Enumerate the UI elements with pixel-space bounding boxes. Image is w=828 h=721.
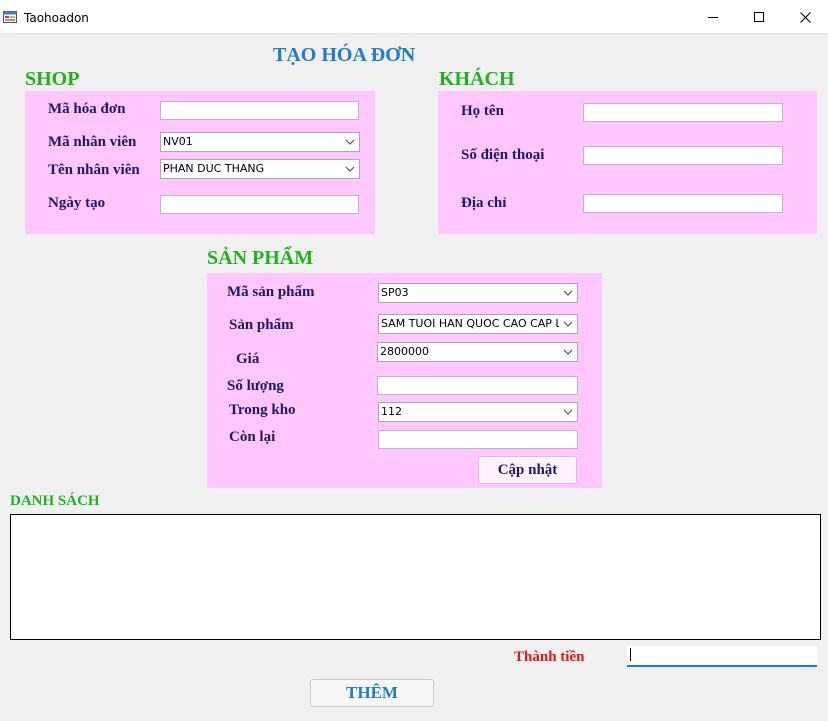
product-code-label: Mã sản phẩm <box>227 284 315 300</box>
add-button[interactable]: THÊM <box>310 679 434 707</box>
product-heading: SẢN PHẨM <box>207 247 314 269</box>
customer-heading: KHÁCH <box>439 68 515 90</box>
minimize-button[interactable] <box>690 0 736 34</box>
date-label: Ngày tạo <box>48 195 106 211</box>
update-button[interactable]: Cập nhật <box>478 456 577 484</box>
maximize-icon <box>754 12 764 22</box>
quantity-field[interactable] <box>377 376 578 395</box>
stock-label: Trong kho <box>229 402 296 418</box>
window-title: Taohoadon <box>24 11 89 25</box>
product-code-value: SP03 <box>381 286 409 299</box>
customer-name-field[interactable] <box>583 103 783 122</box>
chevron-down-icon <box>341 160 359 178</box>
close-icon <box>799 11 811 23</box>
page-title: TẠO HÓA ĐƠN <box>273 44 416 66</box>
price-combo[interactable]: 2800000 <box>377 342 578 362</box>
list-heading: DANH SÁCH <box>10 493 100 509</box>
total-field[interactable] <box>627 646 817 667</box>
invoice-id-field[interactable] <box>160 101 359 120</box>
customer-name-label: Họ tên <box>461 103 504 119</box>
stock-value: 112 <box>381 405 402 418</box>
text-caret <box>630 648 631 661</box>
total-label: Thành tiền <box>514 649 585 665</box>
product-name-combo[interactable]: SAM TUOI HAN QUOC CAO CAP LO <box>378 314 578 334</box>
product-code-combo[interactable]: SP03 <box>378 283 578 303</box>
minimize-icon <box>708 12 718 22</box>
chevron-down-icon <box>341 133 359 151</box>
product-name-label: Sản phẩm <box>229 317 294 333</box>
chevron-down-icon <box>559 343 577 361</box>
chevron-down-icon <box>559 403 577 421</box>
employee-name-label: Tên nhân viên <box>48 162 140 178</box>
employee-name-combo[interactable]: PHAN DUC THANG <box>160 159 360 179</box>
date-field[interactable] <box>160 195 359 214</box>
chevron-down-icon <box>559 315 577 333</box>
stock-combo[interactable]: 112 <box>378 402 578 422</box>
shop-heading: SHOP <box>25 68 80 90</box>
phone-label: Số điện thoại <box>461 147 545 163</box>
window-titlebar: Taohoadon <box>0 0 828 34</box>
chevron-down-icon <box>559 284 577 302</box>
address-label: Địa chỉ <box>461 195 507 211</box>
product-name-value: SAM TUOI HAN QUOC CAO CAP LO <box>381 317 559 330</box>
employee-id-value: NV01 <box>163 135 193 148</box>
price-label: Giá <box>236 351 260 367</box>
form-app-icon <box>3 10 17 24</box>
invoice-items-list[interactable] <box>10 514 821 640</box>
employee-id-label: Mã nhân viên <box>48 134 137 150</box>
invoice-id-label: Mã hóa đơn <box>48 101 126 117</box>
employee-name-value: PHAN DUC THANG <box>163 162 265 175</box>
quantity-label: Số lượng <box>227 378 284 394</box>
employee-id-combo[interactable]: NV01 <box>160 132 360 152</box>
address-field[interactable] <box>583 194 783 213</box>
remaining-field[interactable] <box>378 430 578 449</box>
close-button[interactable] <box>782 0 828 34</box>
maximize-button[interactable] <box>736 0 782 34</box>
phone-field[interactable] <box>583 146 783 165</box>
remaining-label: Còn lại <box>229 429 276 445</box>
price-value: 2800000 <box>380 345 429 358</box>
